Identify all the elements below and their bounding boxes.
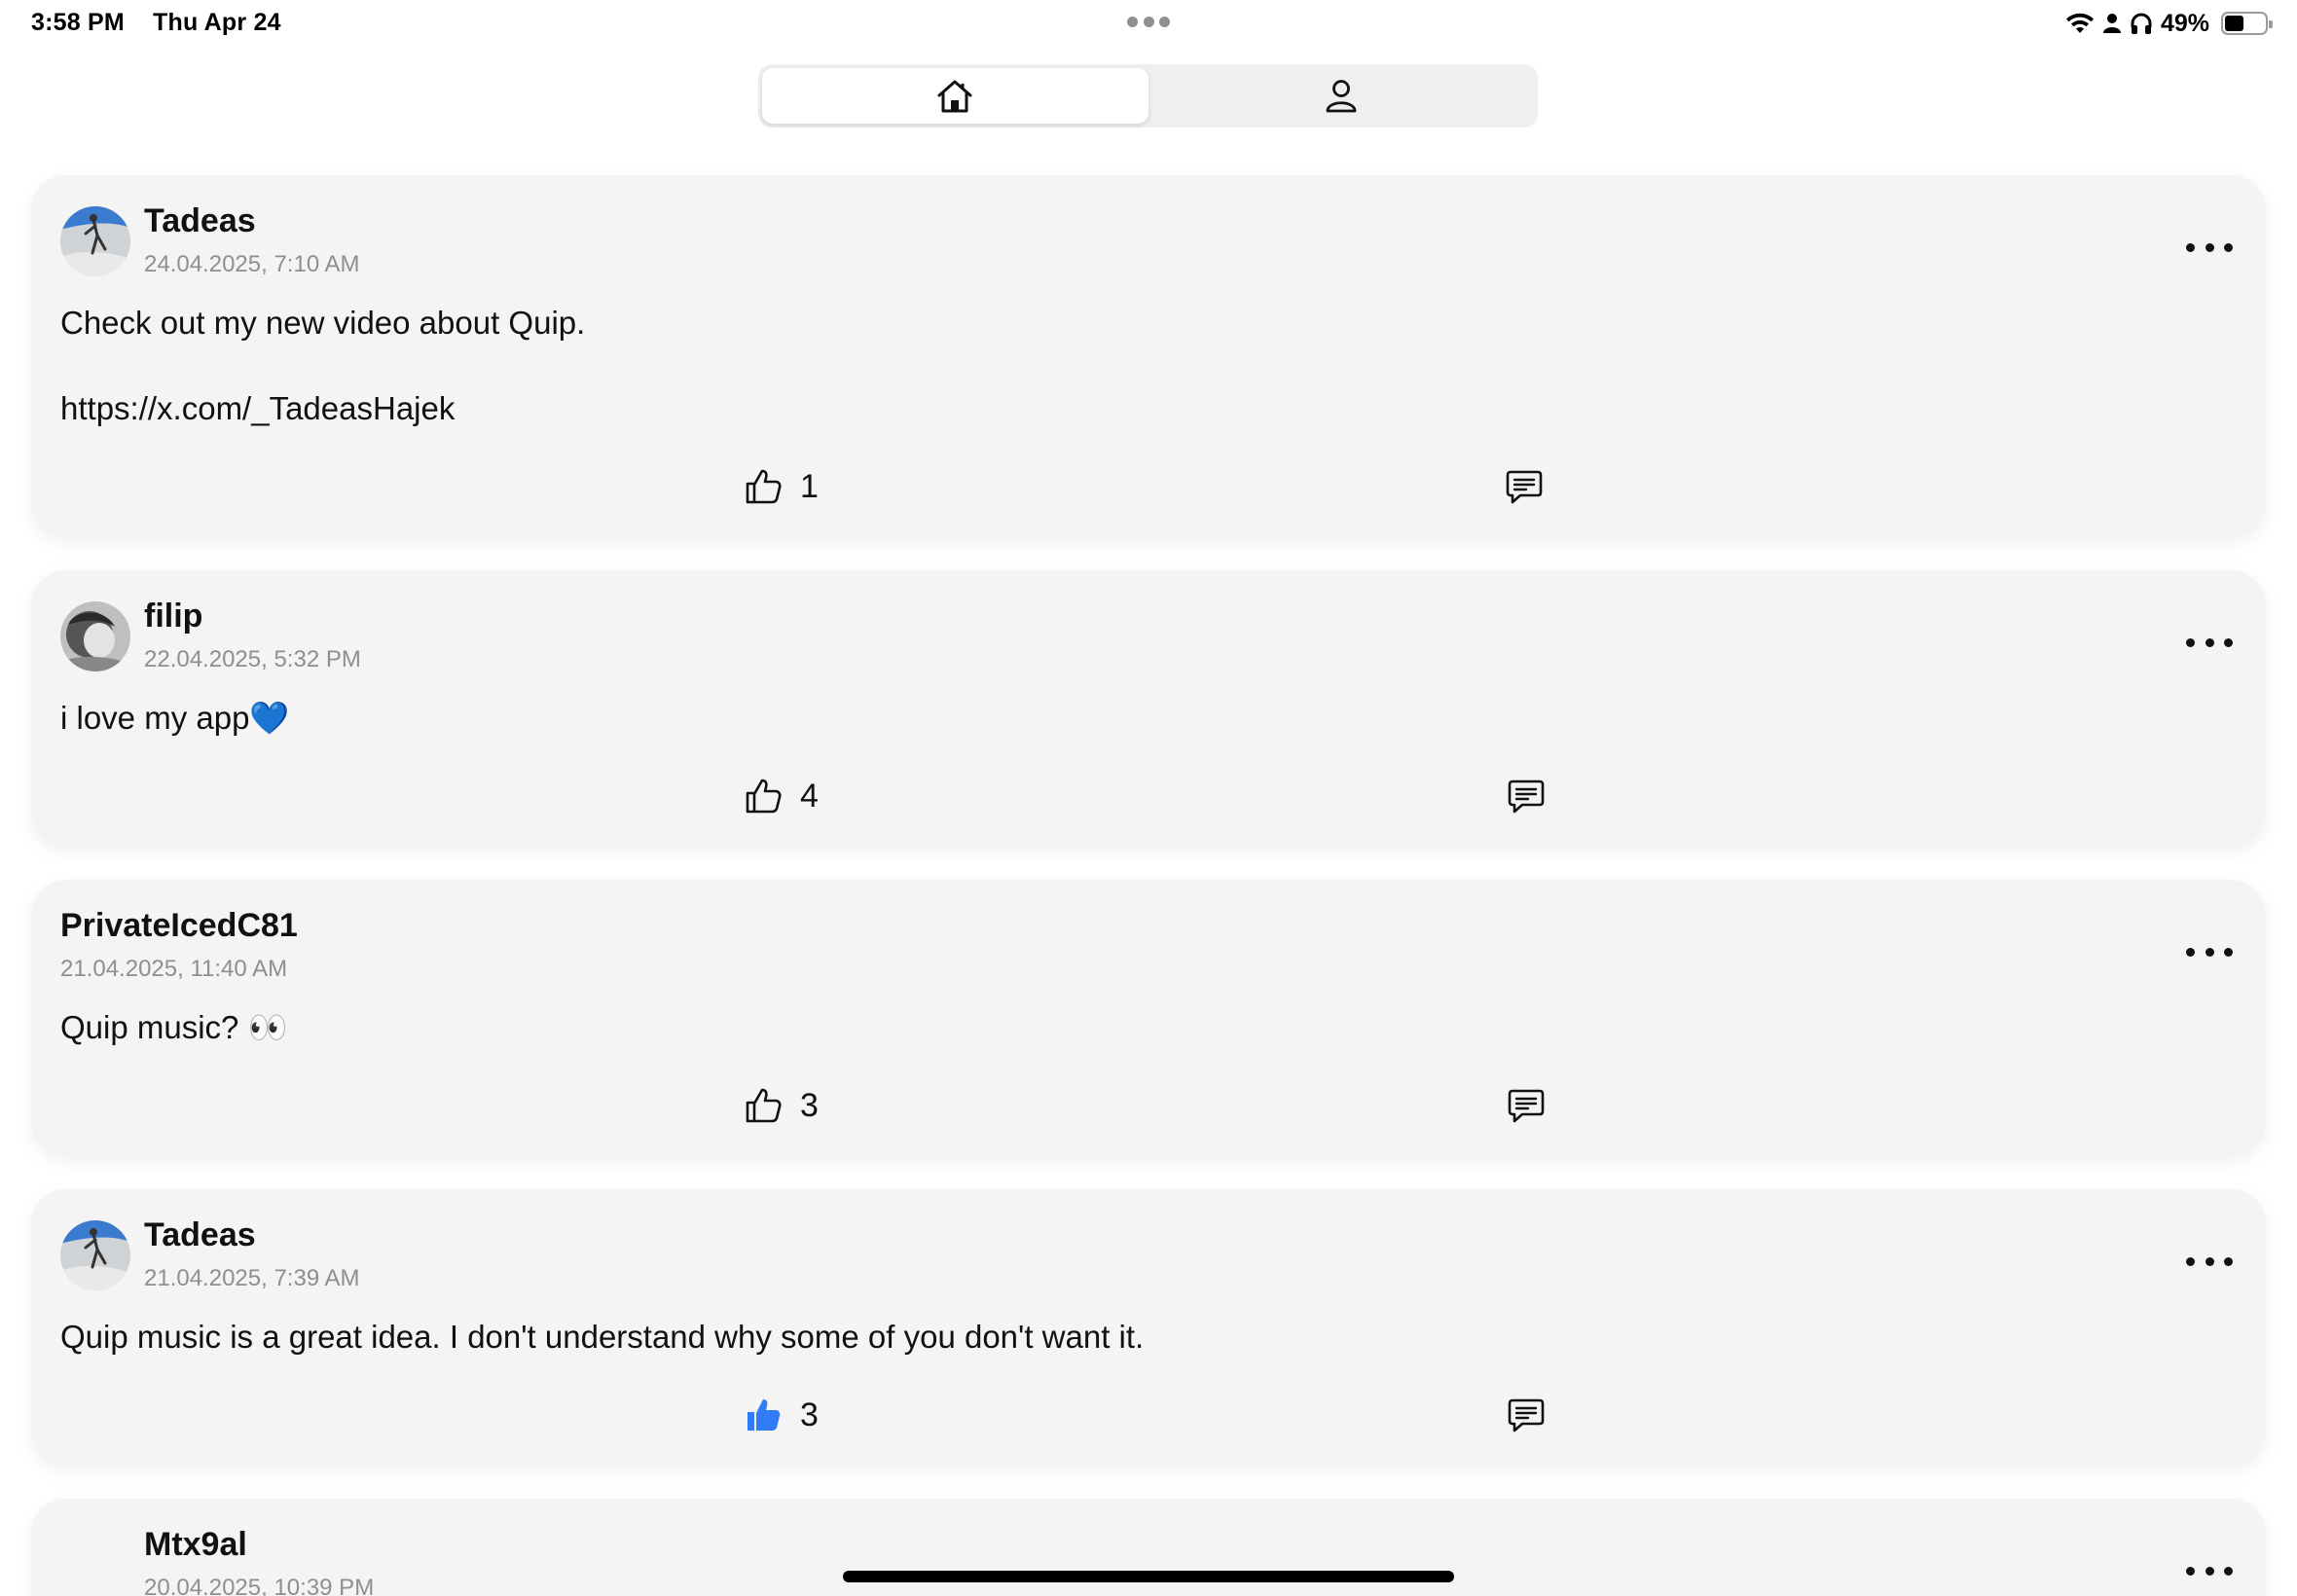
dot-icon xyxy=(2224,637,2233,647)
dot-icon xyxy=(1143,17,1154,27)
post-card[interactable]: filip 22.04.2025, 5:32 PM i love my app💙… xyxy=(31,570,2266,847)
status-time-date: 3:58 PM Thu Apr 24 xyxy=(31,9,303,37)
comment-button[interactable] xyxy=(1507,1397,1546,1439)
wifi-icon xyxy=(2065,13,2094,33)
post-body: Quip music is a great idea. I don't unde… xyxy=(60,1319,1145,1355)
comment-icon xyxy=(1508,1398,1545,1433)
more-options-button[interactable] xyxy=(2186,631,2233,654)
more-options-button[interactable] xyxy=(2186,1559,2233,1582)
more-options-button[interactable] xyxy=(2186,236,2233,259)
post-author[interactable]: PrivateIcedC81 xyxy=(60,907,298,945)
avatar-image xyxy=(60,1220,130,1290)
status-bar: 3:58 PM Thu Apr 24 49% xyxy=(0,0,2297,47)
thumbs-up-icon xyxy=(746,469,782,504)
avatar[interactable] xyxy=(60,601,130,671)
dot-icon xyxy=(2224,947,2233,957)
post-card[interactable]: Tadeas 24.04.2025, 7:10 AM Check out my … xyxy=(31,175,2266,537)
feed-screen: 3:58 PM Thu Apr 24 49% Tadeas 24.04.2025… xyxy=(0,0,2297,1596)
post-timestamp: 20.04.2025, 10:39 PM xyxy=(144,1575,375,1596)
comment-icon xyxy=(1508,780,1545,814)
like-count: 3 xyxy=(800,1086,819,1124)
tab-switcher xyxy=(758,64,1538,127)
post-timestamp: 21.04.2025, 11:40 AM xyxy=(60,956,288,982)
comment-icon xyxy=(1506,470,1543,504)
post-body: Check out my new video about Quip. https… xyxy=(60,305,586,426)
avatar[interactable] xyxy=(60,1220,130,1290)
post-author[interactable]: Tadeas xyxy=(144,202,256,240)
thumbs-up-icon xyxy=(746,779,782,814)
like-button[interactable]: 3 xyxy=(744,1086,819,1125)
post-card[interactable]: Tadeas 21.04.2025, 7:39 AM Quip music is… xyxy=(31,1189,2266,1466)
comment-button[interactable] xyxy=(1507,1088,1546,1130)
dot-icon xyxy=(2186,242,2195,252)
dot-icon xyxy=(2205,947,2214,957)
multitasking-menu[interactable] xyxy=(1127,17,1170,28)
post-author[interactable]: Mtx9al xyxy=(144,1526,247,1564)
like-button[interactable]: 1 xyxy=(744,467,819,506)
headphones-icon xyxy=(2131,13,2152,34)
person-icon xyxy=(2102,14,2121,33)
post-author[interactable]: filip xyxy=(144,598,202,635)
dot-icon xyxy=(2186,1566,2195,1576)
battery-percent: 49% xyxy=(2160,9,2209,37)
dot-icon xyxy=(2205,1566,2214,1576)
comment-button[interactable] xyxy=(1507,779,1546,820)
status-indicators: 49% xyxy=(2065,8,2273,39)
avatar-image xyxy=(60,206,130,276)
more-options-button[interactable] xyxy=(2186,1250,2233,1273)
dot-icon xyxy=(2186,947,2195,957)
post-timestamp: 24.04.2025, 7:10 AM xyxy=(144,251,360,277)
home-icon xyxy=(937,80,972,112)
dot-icon xyxy=(2186,637,2195,647)
dot-icon xyxy=(2224,1566,2233,1576)
tab-home[interactable] xyxy=(762,68,1148,124)
avatar-image xyxy=(60,601,130,671)
dot-icon xyxy=(2186,1256,2195,1266)
dot-icon xyxy=(2205,637,2214,647)
thumbs-up-icon xyxy=(746,1088,782,1123)
dot-icon xyxy=(2224,1256,2233,1266)
status-time: 3:58 PM xyxy=(31,9,125,36)
like-count: 3 xyxy=(800,1396,819,1433)
post-card[interactable]: PrivateIcedC81 21.04.2025, 11:40 AM Quip… xyxy=(31,880,2266,1156)
home-indicator[interactable] xyxy=(843,1571,1454,1582)
status-date: Thu Apr 24 xyxy=(153,9,281,36)
comment-icon xyxy=(1508,1089,1545,1123)
dot-icon xyxy=(1159,17,1170,27)
thumbs-up-filled-icon xyxy=(747,1399,781,1431)
like-count: 4 xyxy=(800,777,819,815)
dot-icon xyxy=(2205,242,2214,252)
post-timestamp: 21.04.2025, 7:39 AM xyxy=(144,1265,360,1291)
more-options-button[interactable] xyxy=(2186,940,2233,963)
comment-button[interactable] xyxy=(1505,469,1544,511)
tab-profile[interactable] xyxy=(1148,68,1535,124)
avatar[interactable] xyxy=(60,206,130,276)
post-body: i love my app💙 xyxy=(60,700,290,736)
dot-icon xyxy=(2224,242,2233,252)
person-outline-icon xyxy=(1326,79,1357,112)
like-button[interactable]: 3 xyxy=(744,1396,819,1434)
battery-icon xyxy=(2221,12,2273,35)
like-button[interactable]: 4 xyxy=(744,777,819,816)
dot-icon xyxy=(1127,17,1138,27)
like-count: 1 xyxy=(800,467,819,505)
post-timestamp: 22.04.2025, 5:32 PM xyxy=(144,646,361,672)
battery-level xyxy=(2225,16,2243,31)
post-author[interactable]: Tadeas xyxy=(144,1216,256,1254)
dot-icon xyxy=(2205,1256,2214,1266)
post-body: Quip music? 👀 xyxy=(60,1009,288,1045)
